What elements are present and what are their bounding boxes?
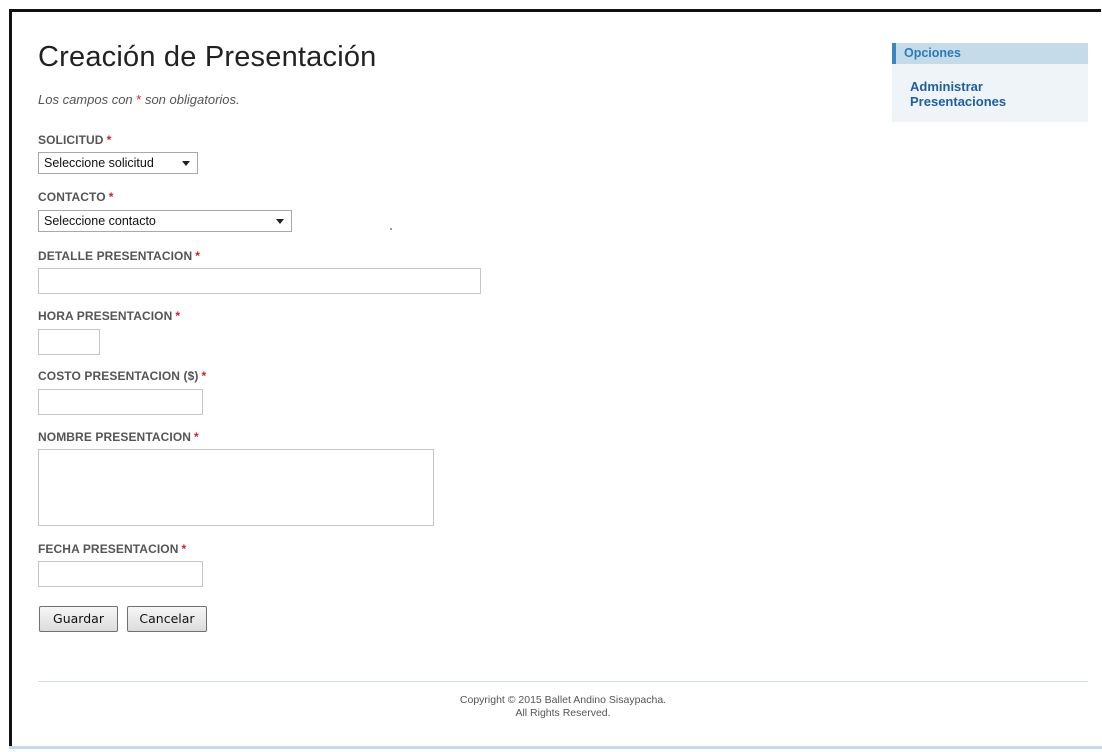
contacto-select[interactable]: Seleccione contacto [38, 210, 292, 232]
stray-dot [390, 228, 392, 230]
sidebar-options: Opciones Administrar Presentaciones [892, 43, 1088, 122]
fecha-presentacion-input[interactable] [38, 561, 203, 587]
dropdown-arrow-icon [182, 161, 190, 166]
required-fields-note: Los campos con * son obligatorios. [38, 92, 240, 107]
hora-presentacion-input[interactable] [38, 329, 100, 355]
required-star: * [181, 542, 187, 556]
dropdown-arrow-icon [276, 219, 284, 224]
costo-presentacion-input[interactable] [38, 389, 203, 415]
nombre-label-text: NOMBRE PRESENTACION [38, 430, 192, 444]
sidebar-item-label-line2: Presentaciones [910, 94, 1007, 109]
footer: Copyright © 2015 Ballet Andino Sisaypach… [38, 694, 1088, 720]
footer-rights: All Rights Reserved. [515, 707, 611, 719]
costo-label-text: COSTO PRESENTACION ($) [38, 369, 199, 383]
sidebar-item-label-line1: Administrar [910, 79, 983, 94]
required-note-suffix: son obligatorios. [141, 92, 240, 107]
required-star: * [108, 190, 114, 204]
page-title: Creación de Presentación [38, 41, 377, 73]
fecha-label: FECHA PRESENTACION * [38, 542, 186, 556]
contacto-label: CONTACTO * [38, 190, 113, 204]
contacto-label-text: CONTACTO [38, 190, 106, 204]
detalle-label: DETALLE PRESENTACION * [38, 249, 200, 263]
contacto-selected-value: Seleccione contacto [44, 214, 156, 228]
solicitud-select[interactable]: Seleccione solicitud [38, 152, 198, 174]
sidebar-item-administrar-presentaciones[interactable]: Administrar Presentaciones [910, 79, 1080, 109]
solicitud-label: SOLICITUD * [38, 133, 111, 147]
hora-label-text: HORA PRESENTACION [38, 309, 173, 323]
required-note-prefix: Los campos con [38, 92, 137, 107]
required-star: * [106, 133, 112, 147]
detalle-presentacion-input[interactable] [38, 268, 481, 294]
hora-label: HORA PRESENTACION * [38, 309, 180, 323]
nombre-presentacion-textarea[interactable] [38, 449, 434, 526]
solicitud-selected-value: Seleccione solicitud [44, 156, 154, 170]
fecha-label-text: FECHA PRESENTACION [38, 542, 179, 556]
sidebar-header: Opciones [892, 43, 1088, 64]
required-star: * [195, 249, 201, 263]
detalle-label-text: DETALLE PRESENTACION [38, 249, 193, 263]
cancelar-button[interactable]: Cancelar [127, 606, 207, 632]
page-frame-bottom-border [9, 746, 1102, 749]
footer-divider [38, 681, 1088, 682]
guardar-button[interactable]: Guardar [39, 606, 118, 632]
footer-copyright: Copyright © 2015 Ballet Andino Sisaypach… [459, 694, 667, 706]
required-star: * [175, 309, 181, 323]
required-star: * [201, 369, 207, 383]
required-star: * [194, 430, 199, 444]
costo-label: COSTO PRESENTACION ($) * [38, 369, 206, 383]
solicitud-label-text: SOLICITUD [38, 133, 104, 147]
nombre-label: NOMBRE PRESENTACION * [38, 430, 199, 444]
